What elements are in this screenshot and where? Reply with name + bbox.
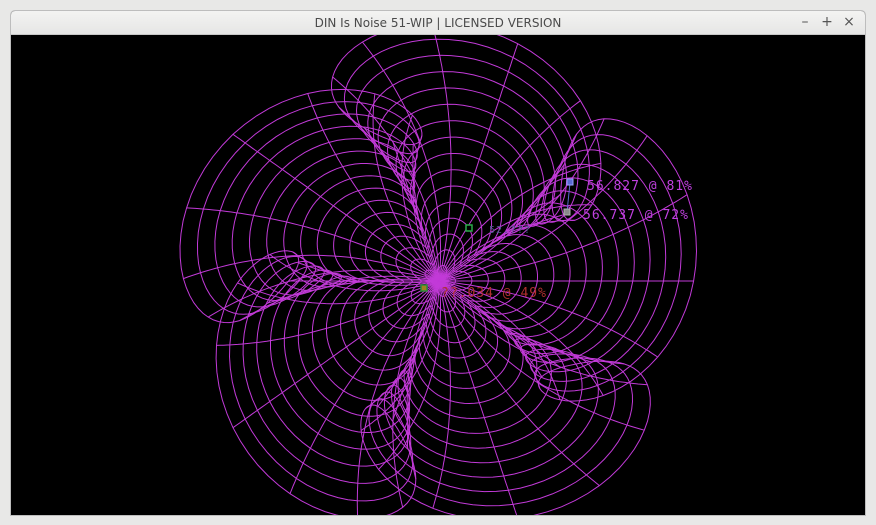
grid-curve (438, 193, 561, 282)
window-controls: – + × (797, 13, 857, 31)
readout-top: 56.827 @ 81% (587, 179, 693, 194)
handle-top[interactable] (566, 178, 574, 186)
grid-curve (289, 280, 440, 494)
curve-visualization[interactable]: 56.827 @ 81% 56.737 @ 72% ??.034 @ 49% 5… (11, 22, 865, 515)
handle-center[interactable] (420, 284, 428, 292)
window-title: DIN Is Noise 51-WIP | LICENSED VERSION (314, 16, 562, 30)
grid-curve (183, 254, 440, 282)
readout-faint: 52.??? (489, 225, 531, 236)
close-button[interactable]: × (841, 13, 857, 31)
readout-center: ??.034 @ 49% (441, 286, 547, 301)
handle-upper-green[interactable] (465, 224, 473, 232)
grid-curve (438, 280, 518, 515)
minimize-button[interactable]: – (797, 13, 813, 31)
warped-grid-curves (179, 22, 698, 515)
grid-curve (432, 280, 451, 509)
handle-middle[interactable] (563, 208, 571, 216)
grid-curve (338, 106, 440, 282)
app-window: DIN Is Noise 51-WIP | LICENSED VERSION –… (10, 10, 866, 516)
readout-middle: 56.737 @ 72% (583, 208, 689, 223)
curve-editor-canvas[interactable]: 56.827 @ 81% 56.737 @ 72% ??.034 @ 49% 5… (11, 22, 865, 515)
maximize-button[interactable]: + (819, 13, 835, 31)
grid-curve (438, 118, 605, 282)
title-bar[interactable]: DIN Is Noise 51-WIP | LICENSED VERSION –… (11, 11, 865, 35)
